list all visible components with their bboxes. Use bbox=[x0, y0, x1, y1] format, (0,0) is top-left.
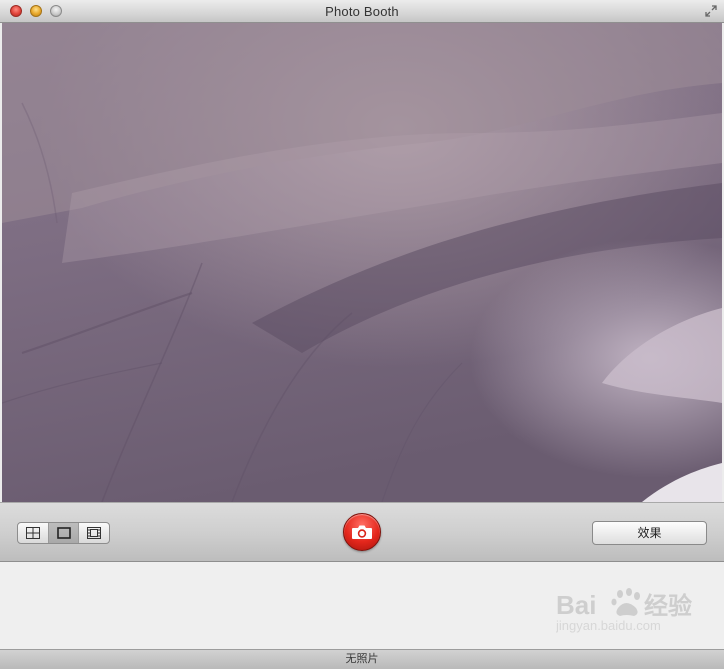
status-bar: 无照片 bbox=[0, 649, 724, 669]
svg-text:Bai: Bai bbox=[556, 590, 596, 620]
camera-icon bbox=[352, 525, 372, 539]
photo-booth-window: Photo Booth 效果 Bai 经验 jingyan.baidu.com … bbox=[0, 0, 724, 669]
camera-feed-image bbox=[2, 23, 722, 502]
baidu-jingyan-watermark: Bai 经验 jingyan.baidu.com bbox=[556, 588, 692, 633]
take-photo-button[interactable] bbox=[343, 513, 381, 551]
single-frame-icon bbox=[56, 527, 71, 539]
title-bar: Photo Booth bbox=[0, 0, 724, 23]
fullscreen-icon[interactable] bbox=[704, 4, 718, 18]
movie-mode-button[interactable] bbox=[79, 523, 109, 543]
layout-mode-selector bbox=[17, 522, 110, 544]
photo-count-status: 无照片 bbox=[345, 653, 379, 665]
four-up-mode-button[interactable] bbox=[18, 523, 49, 543]
four-grid-icon bbox=[25, 527, 40, 539]
single-photo-mode-button[interactable] bbox=[48, 523, 80, 543]
window-title: Photo Booth bbox=[325, 4, 399, 19]
film-strip-icon bbox=[87, 527, 102, 539]
toolbar: 效果 bbox=[0, 502, 724, 562]
camera-preview bbox=[2, 23, 722, 502]
svg-text:经验: 经验 bbox=[644, 592, 692, 620]
effects-button[interactable]: 效果 bbox=[592, 521, 707, 545]
svg-text:jingyan.baidu.com: jingyan.baidu.com bbox=[556, 618, 661, 633]
